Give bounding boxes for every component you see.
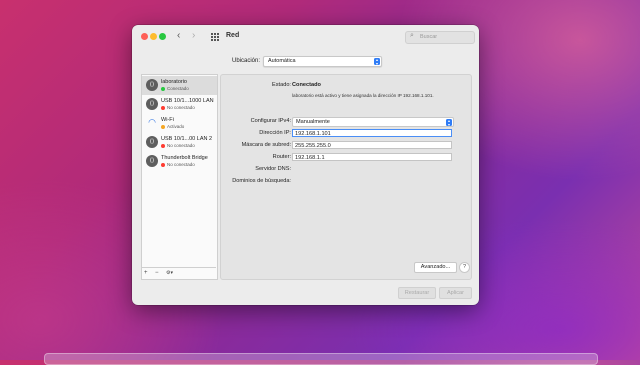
configure-ipv4-value: Manualmente bbox=[296, 119, 330, 125]
status-label: Estado: bbox=[272, 82, 291, 88]
service-actions-button[interactable]: ⚙▾ bbox=[166, 270, 173, 276]
status-dot-icon bbox=[161, 106, 165, 110]
ethernet-icon: ⟨⟩ bbox=[146, 98, 158, 110]
zoom-button[interactable] bbox=[159, 33, 166, 40]
service-status: Conectado bbox=[167, 86, 189, 91]
service-item-laboratorio[interactable]: ⟨⟩ laboratorio Conectado bbox=[142, 76, 217, 95]
service-item-wifi[interactable]: ◠ Wi-Fi Activado bbox=[142, 114, 217, 133]
location-value: Automática bbox=[268, 58, 296, 64]
service-status: No conectado bbox=[167, 143, 195, 148]
remove-service-button[interactable]: − bbox=[155, 270, 159, 276]
service-name: USB 10/1...1000 LAN bbox=[161, 98, 214, 104]
service-item-usb-lan[interactable]: ⟨⟩ USB 10/1...1000 LAN No conectado bbox=[142, 95, 217, 114]
advanced-button[interactable]: Avanzado... bbox=[414, 262, 457, 273]
configure-ipv4-label: Configurar IPv4: bbox=[250, 118, 291, 124]
service-name: laboratorio bbox=[161, 79, 187, 85]
service-name: Wi-Fi bbox=[161, 117, 174, 123]
service-status: Activado bbox=[167, 124, 185, 129]
service-item-thunderbolt-bridge[interactable]: ⟨⟩ Thunderbolt Bridge No conectado bbox=[142, 152, 217, 171]
add-service-button[interactable]: + bbox=[144, 270, 148, 276]
minimize-button[interactable] bbox=[150, 33, 157, 40]
select-stepper-icon: ▴ ▾ bbox=[446, 118, 452, 127]
ip-address-label: Dirección IP: bbox=[259, 130, 291, 136]
router-label: Router: bbox=[272, 154, 291, 160]
service-list-toolbar: + − ⚙▾ bbox=[141, 267, 216, 279]
ip-address-field[interactable]: 192.168.1.101 bbox=[292, 129, 452, 137]
service-item-usb-lan-2[interactable]: ⟨⟩ USB 10/1...00 LAN 2 No conectado bbox=[142, 133, 217, 152]
network-preferences-window: ‹ › Red ⌕ Buscar Ubicación: Automática ▴… bbox=[132, 25, 479, 305]
ethernet-icon: ⟨⟩ bbox=[146, 155, 158, 167]
dock[interactable] bbox=[44, 353, 598, 365]
chevron-left-icon[interactable]: ‹ bbox=[177, 31, 180, 41]
help-button[interactable]: ? bbox=[459, 262, 470, 273]
wifi-icon: ◠ bbox=[148, 117, 156, 127]
subnet-mask-field[interactable]: 255.255.255.0 bbox=[292, 141, 452, 149]
subnet-mask-label: Máscara de subred: bbox=[241, 142, 291, 148]
status-value: Conectado bbox=[292, 82, 321, 88]
service-name: USB 10/1...00 LAN 2 bbox=[161, 136, 213, 142]
location-label: Ubicación: bbox=[232, 58, 261, 64]
service-list: ⟨⟩ laboratorio Conectado ⟨⟩ USB 10/1...1… bbox=[141, 74, 218, 280]
service-name: Thunderbolt Bridge bbox=[161, 155, 208, 161]
service-status: No conectado bbox=[167, 162, 195, 167]
service-status: No conectado bbox=[167, 105, 195, 110]
status-dot-icon bbox=[161, 125, 165, 129]
router-field[interactable]: 192.168.1.1 bbox=[292, 153, 452, 161]
close-button[interactable] bbox=[141, 33, 148, 40]
window-title: Red bbox=[226, 32, 240, 39]
revert-button[interactable]: Restaurar bbox=[398, 287, 436, 299]
title-bar: ‹ › Red ⌕ Buscar bbox=[132, 25, 479, 48]
status-description: laboratorio está activo y tiene asignada… bbox=[292, 93, 434, 98]
ethernet-icon: ⟨⟩ bbox=[146, 79, 158, 91]
location-select[interactable]: Automática ▴ ▾ bbox=[263, 56, 382, 67]
ethernet-icon: ⟨⟩ bbox=[146, 136, 158, 148]
service-detail-panel: Estado: Conectado laboratorio está activ… bbox=[220, 74, 472, 280]
search-icon: ⌕ bbox=[410, 32, 414, 39]
show-all-grid-icon[interactable] bbox=[211, 33, 219, 41]
status-dot-icon bbox=[161, 163, 165, 167]
status-dot-icon bbox=[161, 144, 165, 148]
select-stepper-icon: ▴ ▾ bbox=[374, 57, 380, 66]
search-placeholder: Buscar bbox=[420, 34, 438, 40]
chevron-right-icon[interactable]: › bbox=[192, 31, 195, 41]
dns-server-label: Servidor DNS: bbox=[255, 166, 291, 172]
search-field[interactable]: ⌕ Buscar bbox=[405, 31, 475, 44]
status-dot-icon bbox=[161, 87, 165, 91]
configure-ipv4-select[interactable]: Manualmente ▴ ▾ bbox=[292, 117, 454, 127]
apply-button[interactable]: Aplicar bbox=[439, 287, 472, 299]
search-domains-label: Dominios de búsqueda: bbox=[232, 178, 291, 184]
